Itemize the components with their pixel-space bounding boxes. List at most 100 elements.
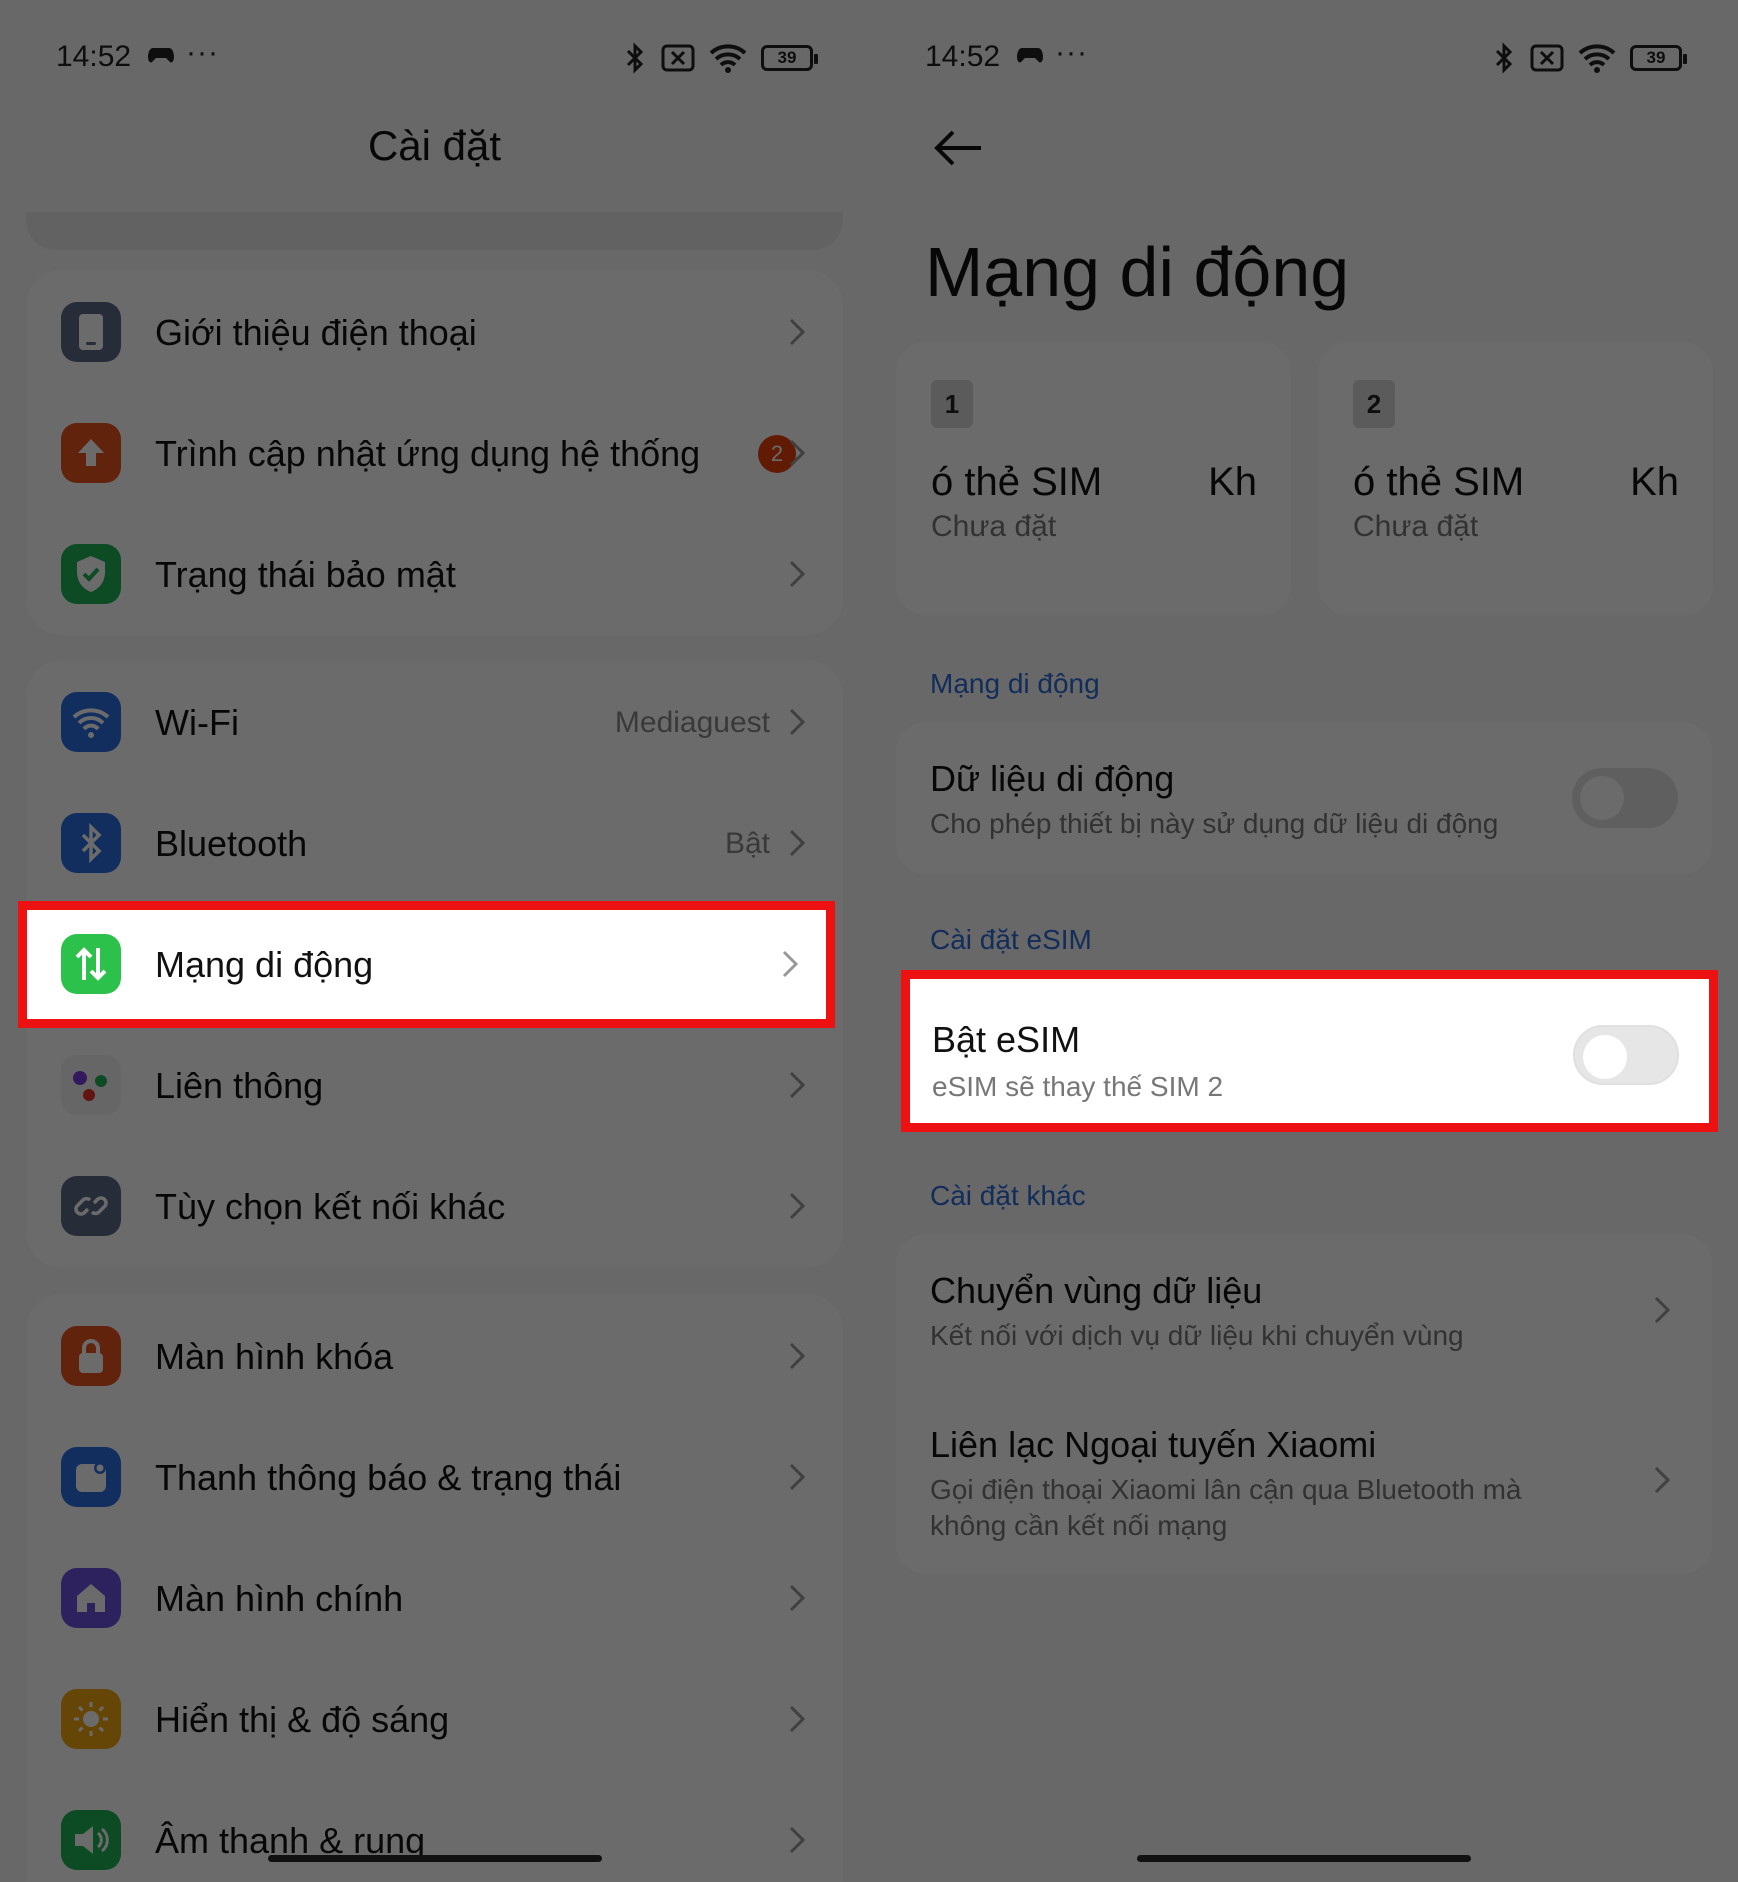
settings-item-mobile-network[interactable]: Mạng di động [18,901,835,1028]
status-time: 14:52 [925,40,1001,73]
settings-item-system-updater[interactable]: Trình cập nhật ứng dụng hệ thống 2 [26,393,843,514]
sim-off-icon [1530,44,1564,72]
chevron-right-icon [789,829,806,857]
battery-indicator: 39 [761,45,818,71]
wifi-status-icon [1578,44,1616,73]
sim-off-icon [661,44,695,72]
sim-name: ó thẻ SIM [931,460,1103,504]
enable-esim-subtitle: eSIM sẽ thay thế SIM 2 [932,1071,1224,1102]
settings-item-home-screen[interactable]: Màn hình chính [26,1538,843,1659]
sim-name-tail: Kh [1630,460,1679,504]
enable-esim-title: Bật eSIM [932,1019,1081,1060]
sim-name-tail: Kh [1208,460,1257,504]
sim-name: ó thẻ SIM [1353,460,1525,504]
chevron-right-icon [789,560,806,588]
shield-check-icon [61,544,121,604]
chevron-right-icon [789,1342,806,1370]
settings-item-label: Màn hình khóa [155,1336,394,1377]
settings-screen: 14:52 ··· 39 Cài đặt Giới thiệu điện tho… [0,0,869,1882]
sim-status: Chưa đặt [1353,510,1479,543]
settings-item-other-connections[interactable]: Tùy chọn kết nối khác [26,1146,843,1267]
settings-item-lock-screen[interactable]: Màn hình khóa [26,1296,843,1417]
section-header-mobile-network: Mạng di động [930,668,1100,699]
sim-status: Chưa đặt [931,510,1057,543]
home-icon [61,1568,121,1628]
mobile-data-card: Dữ liệu di động Cho phép thiết bị này sử… [896,722,1712,874]
mobile-data-row[interactable]: Dữ liệu di động Cho phép thiết bị này sử… [896,722,1712,874]
settings-item-label: Mạng di động [155,944,374,985]
search-bar-remnant[interactable] [26,212,843,250]
connect-dots-icon [61,1055,121,1115]
more-notifications-icon: ··· [186,36,219,69]
settings-group-about: Giới thiệu điện thoại Trình cập nhật ứng… [26,270,843,635]
wifi-network-name: Mediaguest [614,706,770,739]
bluetooth-status-icon [626,42,644,74]
status-bar: 14:52 ··· 39 [0,36,869,80]
chevron-right-icon [1654,1466,1671,1494]
settings-item-label: Bluetooth [155,823,308,864]
gesture-bar [1137,1855,1471,1862]
game-controller-icon [148,48,174,63]
chevron-right-icon [789,708,806,736]
page-title: Mạng di động [925,233,1350,311]
enable-esim-row[interactable]: Bật eSIM eSIM sẽ thay thế SIM 2 [901,970,1718,1132]
offline-communication-subtitle-line2: không cần kết nối mạng [930,1510,1228,1541]
mobile-data-toggle[interactable] [1572,768,1678,828]
status-icons: 39 [1492,40,1687,76]
chevron-right-icon [789,1826,806,1854]
mobile-data-subtitle: Cho phép thiết bị này sử dụng dữ liệu di… [930,808,1499,839]
settings-item-connect[interactable]: Liên thông [26,1025,843,1146]
chevron-right-icon [789,1584,806,1612]
settings-item-label: Liên thông [155,1065,324,1106]
speaker-icon [61,1810,121,1870]
offline-communication-title: Liên lạc Ngoại tuyến Xiaomi [930,1424,1377,1465]
settings-item-label: Giới thiệu điện thoại [155,312,477,353]
screenshot-stage: 14:52 ··· 39 Cài đặt Giới thiệu điện tho… [0,0,1738,1882]
bluetooth-icon [61,813,121,873]
wifi-icon [61,692,121,752]
chevron-right-icon [789,1192,806,1220]
phone-icon [61,302,121,362]
chevron-right-icon [1654,1296,1671,1324]
settings-item-label: Thanh thông báo & trạng thái [155,1457,622,1498]
chevron-right-icon [789,439,806,467]
chevron-right-icon [789,1705,806,1733]
settings-group-personalization: Màn hình khóa Thanh thông báo & trạng th… [26,1294,843,1882]
offline-communication-row[interactable]: Liên lạc Ngoại tuyến Xiaomi Gọi điện tho… [896,1384,1712,1574]
status-time: 14:52 [56,40,132,73]
other-settings-card: Chuyển vùng dữ liệu Kết nối với dịch vụ … [896,1234,1712,1574]
link-icon [61,1176,121,1236]
enable-esim-toggle[interactable] [1573,1025,1679,1085]
wifi-status-icon [709,44,747,73]
data-roaming-row[interactable]: Chuyển vùng dữ liệu Kết nối với dịch vụ … [896,1234,1712,1384]
back-arrow-icon[interactable] [931,128,985,168]
settings-item-bluetooth[interactable]: Bluetooth Bật [26,783,843,904]
bluetooth-state: Bật [724,827,770,860]
chevron-right-icon [789,318,806,346]
data-roaming-title: Chuyển vùng dữ liệu [930,1270,1263,1311]
settings-item-label: Âm thanh & rung [155,1820,426,1861]
sun-icon [61,1689,121,1749]
settings-item-label: Wi-Fi [155,702,239,743]
chevron-right-icon [782,950,799,978]
battery-indicator: 39 [1630,45,1687,71]
sim-slot-number: 2 [1353,380,1395,428]
mobile-data-title: Dữ liệu di động [930,758,1175,799]
section-header-esim: Cài đặt eSIM [930,924,1092,955]
section-header-other: Cài đặt khác [930,1180,1086,1211]
settings-item-wifi[interactable]: Wi-Fi Mediaguest [26,662,843,783]
sim-card-1[interactable]: 1 ó thẻ SIM Kh Chưa đặt [896,342,1291,615]
settings-item-notifications[interactable]: Thanh thông báo & trạng thái [26,1417,843,1538]
sim-card-2[interactable]: 2 ó thẻ SIM Kh Chưa đặt [1318,342,1713,615]
settings-item-display[interactable]: Hiển thị & độ sáng [26,1659,843,1780]
settings-item-label: Tùy chọn kết nối khác [155,1186,506,1227]
mobile-network-screen: 14:52 ··· 39 Mạng di động 1 ó thẻ SIM Kh… [869,0,1738,1882]
settings-item-about-phone[interactable]: Giới thiệu điện thoại [26,272,843,393]
page-title: Cài đặt [367,122,502,169]
chevron-right-icon [789,1071,806,1099]
settings-item-label: Màn hình chính [155,1578,404,1619]
gesture-bar [268,1855,602,1862]
settings-item-security-status[interactable]: Trạng thái bảo mật [26,514,843,635]
settings-item-label: Trạng thái bảo mật [155,554,456,595]
settings-item-sound[interactable]: Âm thanh & rung [26,1780,843,1882]
